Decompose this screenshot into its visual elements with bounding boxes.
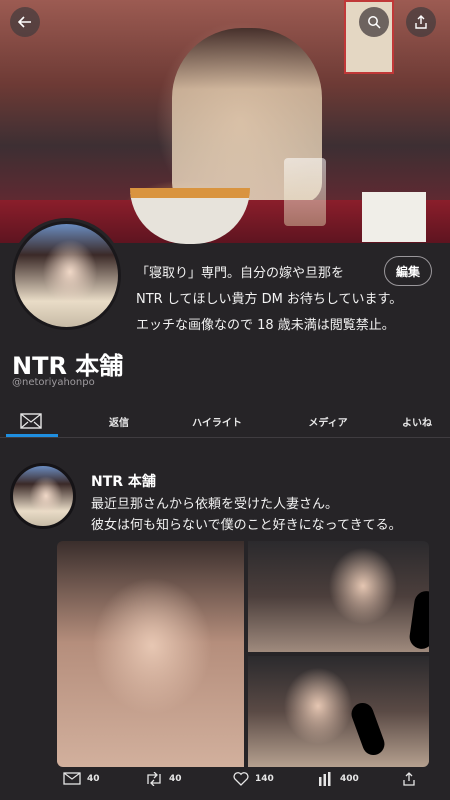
profile-avatar[interactable]: [9, 218, 124, 333]
banner-napkin: [362, 192, 426, 242]
censor-bar: [348, 699, 388, 759]
tab-media[interactable]: メディア: [300, 405, 356, 437]
arrow-left-icon: [18, 16, 31, 28]
search-icon: [368, 16, 381, 29]
user-handle: @netoriyahonpo: [12, 377, 95, 388]
tweet-media-image[interactable]: [248, 541, 429, 652]
share-action[interactable]: [402, 772, 416, 786]
bio-line: 「寝取り」専門。自分の嫁や旦那を: [136, 266, 345, 281]
tab-likes[interactable]: よいね: [396, 405, 438, 437]
share-icon: [415, 15, 427, 29]
retweet-icon: [147, 772, 161, 786]
display-name: NTR 本舗: [12, 352, 124, 380]
views-action[interactable]: 400: [318, 772, 359, 786]
active-tab-indicator: [6, 434, 58, 437]
tweet-text: 最近旦那さんから依頼を受けた人妻さん。: [91, 497, 339, 512]
bio-line: NTR してほしい貴方 DM お待ちしています。: [136, 292, 403, 307]
share-icon: [403, 772, 415, 786]
tweet-text: 彼女は何も知らないで僕のこと好きになってきてる。: [91, 518, 402, 533]
banner-glass: [284, 158, 326, 226]
tab-replies[interactable]: 返信: [100, 405, 138, 437]
heart-icon: [233, 772, 249, 786]
tweet-avatar[interactable]: [10, 463, 76, 529]
tweet-author-name[interactable]: NTR 本舗: [91, 471, 156, 491]
bar-chart-icon: [319, 772, 331, 786]
share-button[interactable]: [406, 7, 436, 37]
censor-bar: [408, 589, 429, 651]
avatar-image: [12, 221, 121, 330]
retweet-count: 40: [169, 774, 182, 784]
tweet-media-grid: [57, 541, 429, 767]
view-count: 400: [340, 774, 359, 784]
back-button[interactable]: [10, 7, 40, 37]
tab-highlights[interactable]: ハイライト: [186, 405, 248, 437]
edit-profile-button[interactable]: 編集: [384, 256, 432, 286]
search-button[interactable]: [359, 7, 389, 37]
tweet-media-image[interactable]: [57, 541, 244, 767]
mail-icon: [63, 772, 81, 785]
like-count: 140: [255, 774, 274, 784]
tweet-media-image[interactable]: [248, 656, 429, 767]
mail-icon: [20, 413, 42, 429]
tab-mail[interactable]: [5, 405, 57, 437]
profile-tabs: 返信 ハイライト メディア よいね: [0, 405, 450, 438]
profile-banner[interactable]: [0, 0, 450, 244]
retweet-action[interactable]: 40: [145, 772, 182, 786]
dm-action[interactable]: 40: [63, 772, 100, 785]
dm-count: 40: [87, 773, 100, 784]
bio-line: エッチな画像なので 18 歳未満は閲覧禁止。: [136, 318, 395, 333]
like-action[interactable]: 140: [233, 772, 274, 786]
